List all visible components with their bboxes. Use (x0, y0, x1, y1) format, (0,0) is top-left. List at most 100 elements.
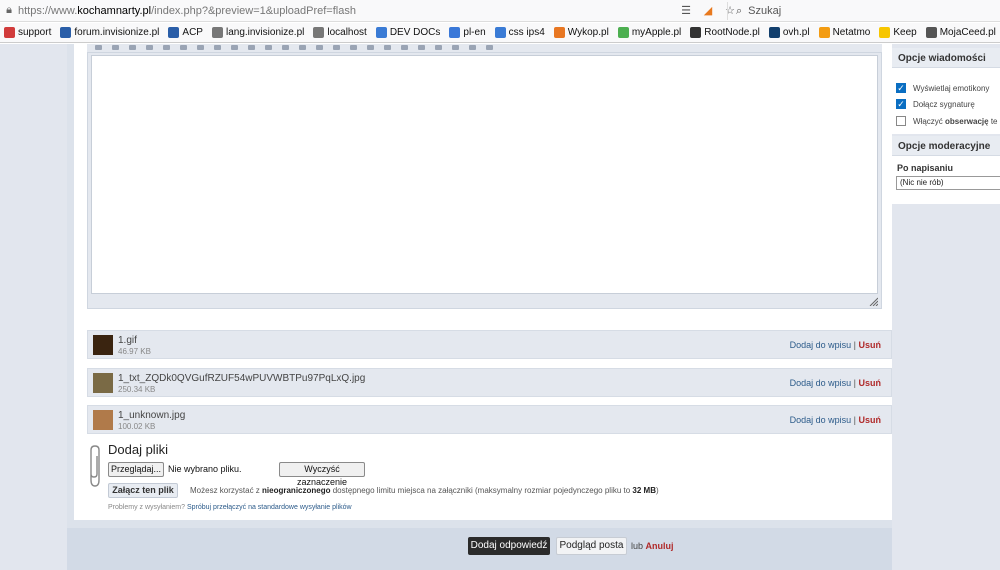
square-icon (690, 27, 702, 38)
follow-label-bold: obserwację (945, 116, 989, 126)
remove-attachment-link[interactable]: Usuń (859, 415, 882, 425)
bookmark-label: localhost (327, 27, 367, 38)
quote-icon[interactable] (350, 45, 357, 50)
bookmark-item[interactable]: css ips4 (494, 27, 545, 38)
signature-checkbox[interactable]: ✓ (896, 99, 906, 109)
image-icon[interactable] (316, 45, 323, 50)
attachment-thumbnail[interactable] (93, 410, 113, 430)
limit-text-end: ) (655, 486, 659, 495)
upload-area: Dodaj pliki Przeglądaj... Nie wybrano pl… (87, 440, 882, 518)
link-icon[interactable] (282, 45, 289, 50)
option-signature[interactable]: ✓ Dołącz sygnaturę (896, 99, 975, 109)
insert-into-post-link[interactable]: Dodaj do wpisu (790, 340, 852, 350)
search-box[interactable]: ⌕ Szukaj (727, 2, 1000, 20)
strike-icon[interactable] (146, 45, 153, 50)
editor-toolbar (87, 44, 882, 52)
reader-view-icon[interactable]: ☰ (680, 5, 692, 17)
limit-unlimited: nieograniczonego (262, 486, 331, 495)
redo-icon[interactable] (435, 45, 442, 50)
bookmark-item[interactable]: ovh.pl (768, 27, 810, 38)
option-follow[interactable]: Włączyć obserwację te (896, 116, 998, 126)
insert-into-post-link[interactable]: Dodaj do wpisu (790, 415, 852, 425)
no-file-label: Nie wybrano pliku. (168, 464, 242, 474)
separator: | (853, 378, 856, 388)
undo-icon[interactable] (418, 45, 425, 50)
bookmark-item[interactable]: RootNode.pl (690, 27, 760, 38)
switch-uploader-link[interactable]: Spróbuj przełączyć na standardowe wysyła… (187, 504, 352, 511)
underline-icon[interactable] (129, 45, 136, 50)
preview-post-button[interactable]: Podgląd posta (556, 537, 627, 555)
align-right-icon[interactable] (265, 45, 272, 50)
source-icon[interactable] (452, 45, 459, 50)
follow-checkbox[interactable] (896, 116, 906, 126)
rss-icon[interactable]: ◢ (702, 5, 714, 17)
bookmark-label: DEV DOCs (389, 27, 441, 38)
bookmark-item[interactable]: localhost (313, 27, 367, 38)
remove-attachment-link[interactable]: Usuń (859, 340, 882, 350)
bookmark-item[interactable]: support (4, 27, 51, 38)
bookmark-item[interactable]: MojaCeed.pl (925, 27, 996, 38)
page-icon (60, 27, 72, 38)
bookmark-item[interactable]: Wykop.pl (553, 27, 609, 38)
bookmark-label: ovh.pl (782, 27, 810, 38)
separator: | (853, 340, 856, 350)
bulb-icon (879, 27, 891, 38)
list-bullet-icon[interactable] (197, 45, 204, 50)
list-number-icon[interactable] (214, 45, 221, 50)
limit-text-start: Możesz korzystać z (190, 486, 260, 495)
spoiler-icon[interactable] (384, 45, 391, 50)
upload-limit-info: Możesz korzystać z nieograniczonego dost… (190, 486, 659, 495)
unlink-icon[interactable] (299, 45, 306, 50)
align-left-icon[interactable] (231, 45, 238, 50)
remove-attachment-link[interactable]: Usuń (859, 378, 882, 388)
message-options-panel: Opcje wiadomości ✓ Wyświetlaj emotikony … (892, 48, 1000, 134)
translate-icon (449, 27, 461, 38)
bold-icon[interactable] (95, 45, 102, 50)
attachment-thumbnail[interactable] (93, 335, 113, 355)
url-prefix: https://www. (18, 4, 78, 17)
upload-title: Dodaj pliki (108, 442, 168, 457)
cancel-link[interactable]: Anuluj (646, 541, 674, 551)
bookmark-item[interactable]: forum.invisionize.pl (60, 27, 159, 38)
bookmark-item[interactable]: DEV DOCs (375, 27, 441, 38)
browse-button[interactable]: Przeglądaj... (108, 462, 164, 477)
align-center-icon[interactable] (248, 45, 255, 50)
code-icon[interactable] (367, 45, 374, 50)
page-icon (168, 27, 180, 38)
bookmark-item[interactable]: pl-en (449, 27, 486, 38)
resize-handle-icon[interactable] (869, 297, 878, 306)
settings-icon[interactable] (486, 45, 493, 50)
bookmark-label: forum.invisionize.pl (74, 27, 160, 38)
clear-selection-button[interactable]: Wyczyść zaznaczenie (279, 462, 365, 487)
url-field[interactable]: https://www.kochamnarty.pl/index.php?&pr… (18, 5, 668, 17)
emoticon-icon[interactable] (333, 45, 340, 50)
preview-icon[interactable] (469, 45, 476, 50)
bookmark-item[interactable]: Keep (879, 27, 917, 38)
attachment-row: 1_txt_ZQDk0QVGufRZUF54wPUVWBTPu97PqLxQ.j… (87, 368, 892, 397)
paperclip-icon (90, 445, 100, 487)
emoticons-checkbox[interactable]: ✓ (896, 83, 906, 93)
limit-text-middle: dostępnego limitu miejsca na załączniki … (332, 486, 631, 495)
attach-file-button[interactable]: Załącz ten plik (108, 483, 178, 498)
attachment-size: 46.97 KB (118, 347, 151, 356)
superscript-icon[interactable] (180, 45, 187, 50)
editor-card: 1.gif 46.97 KB Dodaj do wpisu | Usuń 1_txt_… (74, 44, 892, 520)
post-textarea[interactable] (91, 55, 878, 294)
attachment-thumbnail[interactable] (93, 373, 113, 393)
attachment-name: 1_txt_ZQDk0QVGufRZUF54wPUVWBTPu97PqLxQ.j… (118, 373, 366, 384)
insert-into-post-link[interactable]: Dodaj do wpisu (790, 378, 852, 388)
bookmark-item[interactable]: ACP (168, 27, 203, 38)
italic-icon[interactable] (112, 45, 119, 50)
media-icon[interactable] (401, 45, 408, 50)
editor-frame (87, 52, 882, 309)
option-emoticons[interactable]: ✓ Wyświetlaj emotikony (896, 83, 989, 93)
bookmark-item[interactable]: lang.invisionize.pl (211, 27, 304, 38)
subscript-icon[interactable] (163, 45, 170, 50)
home-icon (818, 27, 830, 38)
limit-max-size: 32 MB (632, 486, 656, 495)
after-post-select[interactable]: (Nic nie rób) (896, 176, 1000, 190)
submit-reply-button[interactable]: Dodaj odpowiedź (468, 537, 550, 555)
bookmark-item[interactable]: myApple.pl (617, 27, 681, 38)
bookmark-item[interactable]: Netatmo (818, 27, 870, 38)
bookmark-label: MojaCeed.pl (939, 27, 996, 38)
